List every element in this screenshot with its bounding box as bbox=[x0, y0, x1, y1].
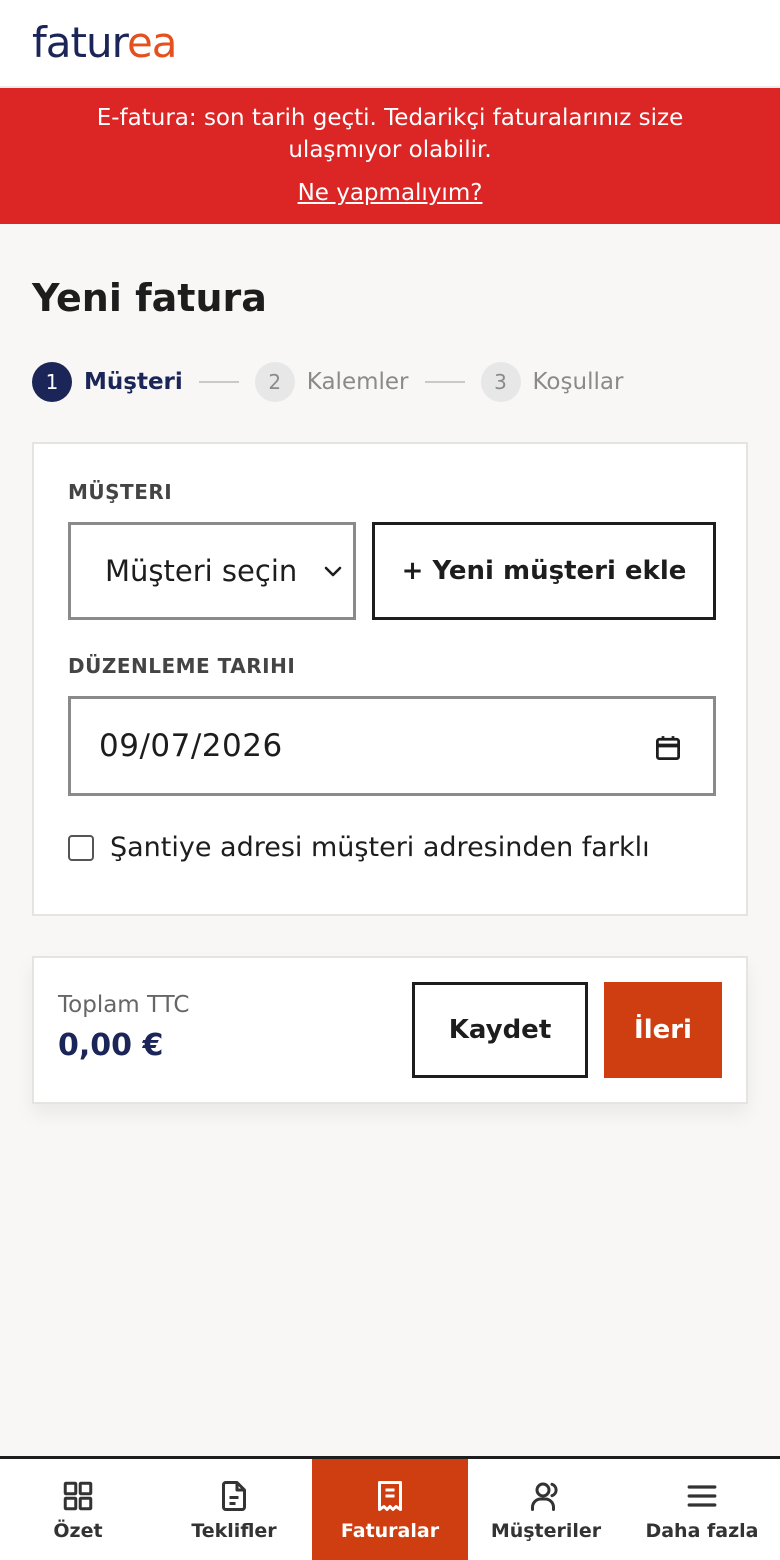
calendar-icon[interactable] bbox=[653, 733, 683, 763]
customer-card: MÜŞTERI Müşteri seçin + Yeni müşteri ekl… bbox=[32, 442, 748, 916]
step-customer[interactable]: 1 Müşteri bbox=[32, 362, 183, 402]
total-label: Toplam TTC bbox=[58, 992, 190, 1018]
invoice-total-card: Toplam TTC 0,00 € Kaydet İleri bbox=[32, 956, 748, 1104]
nav-item-invoices[interactable]: Faturalar bbox=[312, 1459, 468, 1560]
menu-icon bbox=[687, 1484, 717, 1507]
customer-select-value: Müşteri seçin bbox=[105, 554, 298, 588]
document-icon bbox=[222, 1480, 246, 1511]
nav-item-quotes[interactable]: Teklifler bbox=[156, 1459, 312, 1560]
top-bar: faturea bbox=[0, 0, 780, 88]
nav-item-more[interactable]: Daha fazla bbox=[624, 1459, 780, 1560]
step-connector bbox=[198, 381, 239, 383]
site-address-checkbox-label[interactable]: Şantiye adresi müşteri adresinden farklı bbox=[110, 832, 650, 863]
total-value: 0,00 € bbox=[58, 1028, 164, 1063]
step-number: 1 bbox=[32, 362, 72, 402]
step-terms[interactable]: 3 Koşullar bbox=[480, 362, 624, 402]
step-label: Koşullar bbox=[532, 369, 624, 395]
customer-field-label: MÜŞTERI bbox=[68, 480, 173, 504]
site-address-checkbox[interactable] bbox=[68, 834, 94, 861]
logo-part-1: fatur bbox=[32, 18, 128, 67]
nav-item-customers[interactable]: Müşteriler bbox=[468, 1459, 624, 1560]
next-button[interactable]: İleri bbox=[604, 982, 722, 1078]
issue-date-value: 09/07/2026 bbox=[99, 728, 283, 764]
step-label: Kalemler bbox=[306, 369, 409, 395]
page-title: Yeni fatura bbox=[32, 276, 267, 320]
receipt-icon bbox=[378, 1480, 402, 1511]
bottom-navigation: Özet Teklifler Faturalar Müşteriler Daha… bbox=[0, 1456, 780, 1560]
nav-label: Özet bbox=[53, 1519, 103, 1542]
issue-date-input[interactable]: 09/07/2026 bbox=[68, 696, 716, 796]
nav-label: Müşteriler bbox=[490, 1519, 602, 1542]
customer-select[interactable]: Müşteri seçin bbox=[68, 522, 356, 620]
banner-message: E-fatura: son tarih geçti. Tedarikçi fat… bbox=[96, 105, 684, 163]
faturea-logo[interactable]: faturea bbox=[32, 22, 178, 64]
nav-label: Daha fazla bbox=[645, 1519, 759, 1542]
save-button[interactable]: Kaydet bbox=[412, 982, 588, 1078]
add-new-customer-button[interactable]: + Yeni müşteri ekle bbox=[372, 522, 716, 620]
step-number: 3 bbox=[480, 362, 521, 402]
invoice-stepper: 1 Müşteri 2 Kalemler 3 Koşullar bbox=[32, 362, 623, 402]
what-to-do-link[interactable]: Ne yapmalıyım? bbox=[298, 180, 483, 206]
logo-part-2: ea bbox=[126, 18, 178, 67]
nav-label: Teklifler bbox=[191, 1519, 277, 1542]
e-invoice-warning-banner: E-fatura: son tarih geçti. Tedarikçi fat… bbox=[0, 88, 780, 224]
step-label: Müşteri bbox=[84, 369, 183, 395]
step-number: 2 bbox=[254, 362, 295, 402]
step-items[interactable]: 2 Kalemler bbox=[254, 362, 409, 402]
nav-item-overview[interactable]: Özet bbox=[0, 1459, 156, 1560]
users-icon bbox=[531, 1482, 558, 1511]
grid-icon bbox=[63, 1481, 93, 1510]
chevron-down-icon bbox=[324, 566, 342, 577]
nav-label: Faturalar bbox=[340, 1519, 440, 1542]
issue-date-field-label: DÜZENLEME TARIHI bbox=[68, 654, 296, 678]
site-address-option[interactable]: Şantiye adresi müşteri adresinden farklı bbox=[68, 832, 650, 863]
step-connector bbox=[424, 381, 465, 383]
